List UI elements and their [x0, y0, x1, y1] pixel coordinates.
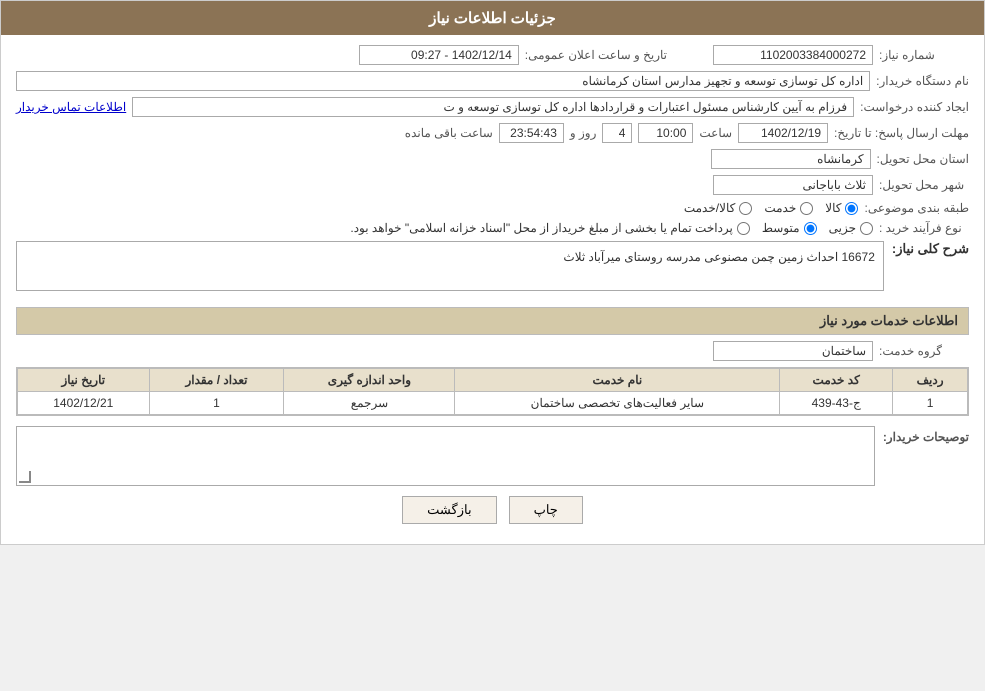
ostan-value: کرمانشاه: [711, 149, 871, 169]
ijad-konande-row: ایجاد کننده درخواست: فرزام به آیین کارشن…: [16, 97, 969, 117]
sharh-koli-box: 16672 احداث زمین چمن مصنوعی مدرسه روستای…: [16, 241, 884, 291]
noe-farayand-group: جزیی متوسط پرداخت تمام یا بخشی از مبلغ خ…: [350, 221, 873, 235]
tosifat-label: توصیحات خریدار:: [883, 426, 969, 444]
col-nam: نام خدمت: [455, 369, 780, 392]
farayand-label-esnad: پرداخت تمام یا بخشی از مبلغ خریداز از مح…: [350, 221, 733, 235]
roz-label: روز و: [570, 126, 597, 140]
table-cell-namKhedmat: سایر فعالیت‌های تخصصی ساختمان: [455, 392, 780, 415]
table-cell-radif: 1: [893, 392, 968, 415]
tabaghe-label: طبقه بندی موضوعی:: [864, 201, 969, 215]
tabaghe-label-khedmat: خدمت: [764, 201, 796, 215]
farayand-option-jozei: جزیی: [829, 221, 873, 235]
tabaghe-label-kalakhedmat: کالا/خدمت: [684, 201, 735, 215]
grohe-khedmat-row: گروه خدمت: ساختمان: [16, 341, 969, 361]
tabaghe-option-kalakhedmat: کالا/خدمت: [684, 201, 752, 215]
tabaghe-radio-khedmat[interactable]: [800, 202, 813, 215]
nam-dastgah-value: اداره کل توسازی توسعه و تجهیز مدارس استا…: [16, 71, 870, 91]
ijad-konande-label: ایجاد کننده درخواست:: [860, 100, 969, 114]
mohlat-date: 1402/12/19: [738, 123, 828, 143]
tabaghe-label-kala: کالا: [825, 201, 841, 215]
buttons-row: چاپ بازگشت: [16, 496, 969, 524]
shomare-niaz-value: 1102003384000272: [713, 45, 873, 65]
saat-label: ساعت: [699, 126, 732, 140]
services-table-container: ردیف کد خدمت نام خدمت واحد اندازه گیری ت…: [16, 367, 969, 416]
page-wrapper: جزئیات اطلاعات نیاز شماره نیاز: 11020033…: [0, 0, 985, 545]
nam-dastgah-row: نام دستگاه خریدار: اداره کل توسازی توسعه…: [16, 71, 969, 91]
col-radif: ردیف: [893, 369, 968, 392]
main-content: شماره نیاز: 1102003384000272 تاریخ و ساع…: [1, 35, 984, 544]
col-tedad: تعداد / مقدار: [149, 369, 284, 392]
roz-value: 4: [602, 123, 632, 143]
ijad-konande-value: فرزام به آیین کارشناس مسئول اعتبارات و ق…: [132, 97, 854, 117]
tabaghe-radio-kala[interactable]: [845, 202, 858, 215]
col-kod: کد خدمت: [780, 369, 893, 392]
table-cell-tarikh: 1402/12/21: [18, 392, 150, 415]
khadamat-section-title: اطلاعات خدمات مورد نیاز: [16, 307, 969, 335]
tarikh-label: تاریخ و ساعت اعلان عمومی:: [525, 48, 667, 62]
table-cell-kodKhedmat: ج-43-439: [780, 392, 893, 415]
ostan-row: استان محل تحویل: کرمانشاه: [16, 149, 969, 169]
tabaghe-radio-group: کالا خدمت کالا/خدمت: [684, 201, 859, 215]
noe-farayand-label: نوع فرآیند خرید :: [879, 221, 969, 235]
grohe-khedmat-label: گروه خدمت:: [879, 344, 969, 358]
tarikh-value: 1402/12/14 - 09:27: [359, 45, 519, 65]
farayand-option-motevaset: متوسط: [762, 221, 817, 235]
sharh-koli-value: 16672 احداث زمین چمن مصنوعی مدرسه روستای…: [21, 246, 879, 268]
tabaghe-option-khedmat: خدمت: [764, 201, 813, 215]
farayand-option-esnad: پرداخت تمام یا بخشی از مبلغ خریداز از مح…: [350, 221, 750, 235]
shahr-value: ثلاث باباجانی: [713, 175, 873, 195]
shahr-row: شهر محل تحویل: ثلاث باباجانی: [16, 175, 969, 195]
shomare-tarikh-row: شماره نیاز: 1102003384000272 تاریخ و ساع…: [16, 45, 969, 65]
page-title: جزئیات اطلاعات نیاز: [429, 10, 556, 27]
farayand-label-jozei: جزیی: [829, 221, 856, 235]
farayand-label-motevaset: متوسط: [762, 221, 800, 235]
chap-button[interactable]: چاپ: [509, 496, 583, 524]
col-vahed: واحد اندازه گیری: [284, 369, 455, 392]
farayand-radio-motevaset[interactable]: [804, 222, 817, 235]
bazgasht-button[interactable]: بازگشت: [402, 496, 496, 524]
baghimande-label: ساعت باقی مانده: [405, 126, 493, 140]
ostan-label: استان محل تحویل:: [877, 152, 969, 166]
table-header-row: ردیف کد خدمت نام خدمت واحد اندازه گیری ت…: [18, 369, 968, 392]
noe-farayand-row: نوع فرآیند خرید : جزیی متوسط پرداخت تمام…: [16, 221, 969, 235]
sharh-koli-label: شرح کلی نیاز:: [892, 241, 969, 257]
farayand-radio-jozei[interactable]: [860, 222, 873, 235]
shomare-niaz-label: شماره نیاز:: [879, 48, 969, 62]
farayand-radio-esnad[interactable]: [737, 222, 750, 235]
page-header: جزئیات اطلاعات نیاز: [1, 1, 984, 35]
tosifat-box: [16, 426, 875, 486]
mohlat-label: مهلت ارسال پاسخ: تا تاریخ:: [834, 126, 969, 140]
table-row: 1ج-43-439سایر فعالیت‌های تخصصی ساختمانسر…: [18, 392, 968, 415]
tamas-link[interactable]: اطلاعات تماس خریدار: [16, 100, 126, 114]
table-cell-tedad: 1: [149, 392, 284, 415]
shahr-label: شهر محل تحویل:: [879, 178, 969, 192]
sharh-koli-container: شرح کلی نیاز: 16672 احداث زمین چمن مصنوع…: [16, 241, 969, 297]
table-cell-vahed: سرجمع: [284, 392, 455, 415]
baghimande-value: 23:54:43: [499, 123, 564, 143]
col-tarikh: تاریخ نیاز: [18, 369, 150, 392]
mohlat-row: مهلت ارسال پاسخ: تا تاریخ: 1402/12/19 سا…: [16, 123, 969, 143]
tabaghe-row: طبقه بندی موضوعی: کالا خدمت کالا/خدمت: [16, 201, 969, 215]
grohe-khedmat-value: ساختمان: [713, 341, 873, 361]
mohlat-saat: 10:00: [638, 123, 693, 143]
tabaghe-radio-kalakhedmat[interactable]: [739, 202, 752, 215]
tabaghe-option-kala: کالا: [825, 201, 858, 215]
nam-dastgah-label: نام دستگاه خریدار:: [876, 74, 969, 88]
tosifat-row: توصیحات خریدار:: [16, 426, 969, 486]
services-table: ردیف کد خدمت نام خدمت واحد اندازه گیری ت…: [17, 368, 968, 415]
